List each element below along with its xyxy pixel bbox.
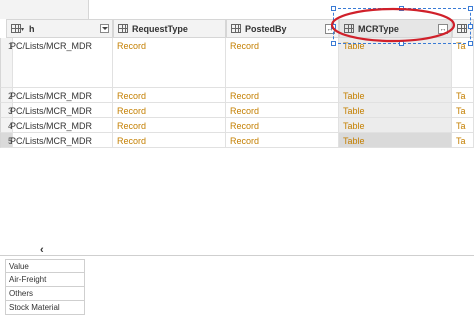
value-table-item[interactable]: Stock Material [5, 301, 85, 315]
value-table: Value Air-Freight Others Stock Material [5, 259, 85, 315]
postedby-cell[interactable]: Record [226, 118, 339, 133]
requesttype-cell[interactable]: Record [113, 133, 226, 148]
requesttype-cell[interactable]: Record [113, 38, 226, 88]
next-column-cell[interactable]: Ta [452, 118, 474, 133]
column-header-label: RequestType [132, 24, 188, 34]
column-header-label: h [29, 24, 35, 34]
value-table-header: Value [5, 259, 85, 273]
mcrtype-cell[interactable]: Table [339, 38, 452, 88]
requesttype-cell[interactable]: Record [113, 88, 226, 103]
value-table-item[interactable]: Air-Freight [5, 273, 85, 287]
selection-handle[interactable] [468, 41, 473, 46]
next-column-cell[interactable]: Ta [452, 88, 474, 103]
postedby-cell[interactable]: Record [226, 133, 339, 148]
requesttype-cell[interactable]: Record [113, 118, 226, 133]
selection-handle[interactable] [468, 6, 473, 11]
formula-area [0, 0, 89, 19]
table-row[interactable]: 2 PC/Lists/MCR_MDR Record Record Table T… [0, 88, 474, 103]
postedby-cell[interactable]: Record [226, 38, 339, 88]
table-menu-icon[interactable] [11, 24, 21, 33]
table-row[interactable]: 4 PC/Lists/MCR_MDR Record Record Table T… [0, 118, 474, 133]
mcrtype-cell[interactable]: Table [339, 103, 452, 118]
column-header-first[interactable]: ▾ h [6, 19, 113, 38]
table-row[interactable]: 3 PC/Lists/MCR_MDR Record Record Table T… [0, 103, 474, 118]
column-filter-dropdown-icon[interactable] [100, 24, 109, 33]
next-column-cell[interactable]: Ta [452, 103, 474, 118]
mcrtype-cell[interactable]: Table [339, 88, 452, 103]
mcrtype-cell[interactable]: Table [339, 118, 452, 133]
url-cell[interactable]: PC/Lists/MCR_MDR [6, 118, 113, 133]
value-table-item[interactable]: Others [5, 287, 85, 301]
selection-handle[interactable] [468, 24, 473, 29]
pane-divider[interactable] [0, 255, 474, 256]
url-cell[interactable]: PC/Lists/MCR_MDR [6, 38, 113, 88]
table-column-icon [231, 24, 241, 33]
url-cell[interactable]: PC/Lists/MCR_MDR [6, 133, 113, 148]
postedby-cell[interactable]: Record [226, 88, 339, 103]
table-row-selected[interactable]: 5 PC/Lists/MCR_MDR Record Record Table T… [0, 133, 474, 148]
mcrtype-cell[interactable]: Table [339, 133, 452, 148]
postedby-cell[interactable]: Record [226, 103, 339, 118]
column-header-requesttype[interactable]: RequestType [113, 19, 226, 38]
next-column-cell[interactable]: Ta [452, 133, 474, 148]
table-menu-caret-icon[interactable]: ▾ [21, 26, 24, 33]
annotation-ellipse [330, 7, 456, 43]
url-cell[interactable]: PC/Lists/MCR_MDR [6, 103, 113, 118]
table-column-icon [118, 24, 128, 33]
url-cell[interactable]: PC/Lists/MCR_MDR [6, 88, 113, 103]
data-grid: ▾ h RequestType PostedBy ↔ MCRType ↔ 1 P… [0, 19, 474, 231]
requesttype-cell[interactable]: Record [113, 103, 226, 118]
column-header-postedby[interactable]: PostedBy ↔ [226, 19, 339, 38]
column-header-label: PostedBy [245, 24, 287, 34]
